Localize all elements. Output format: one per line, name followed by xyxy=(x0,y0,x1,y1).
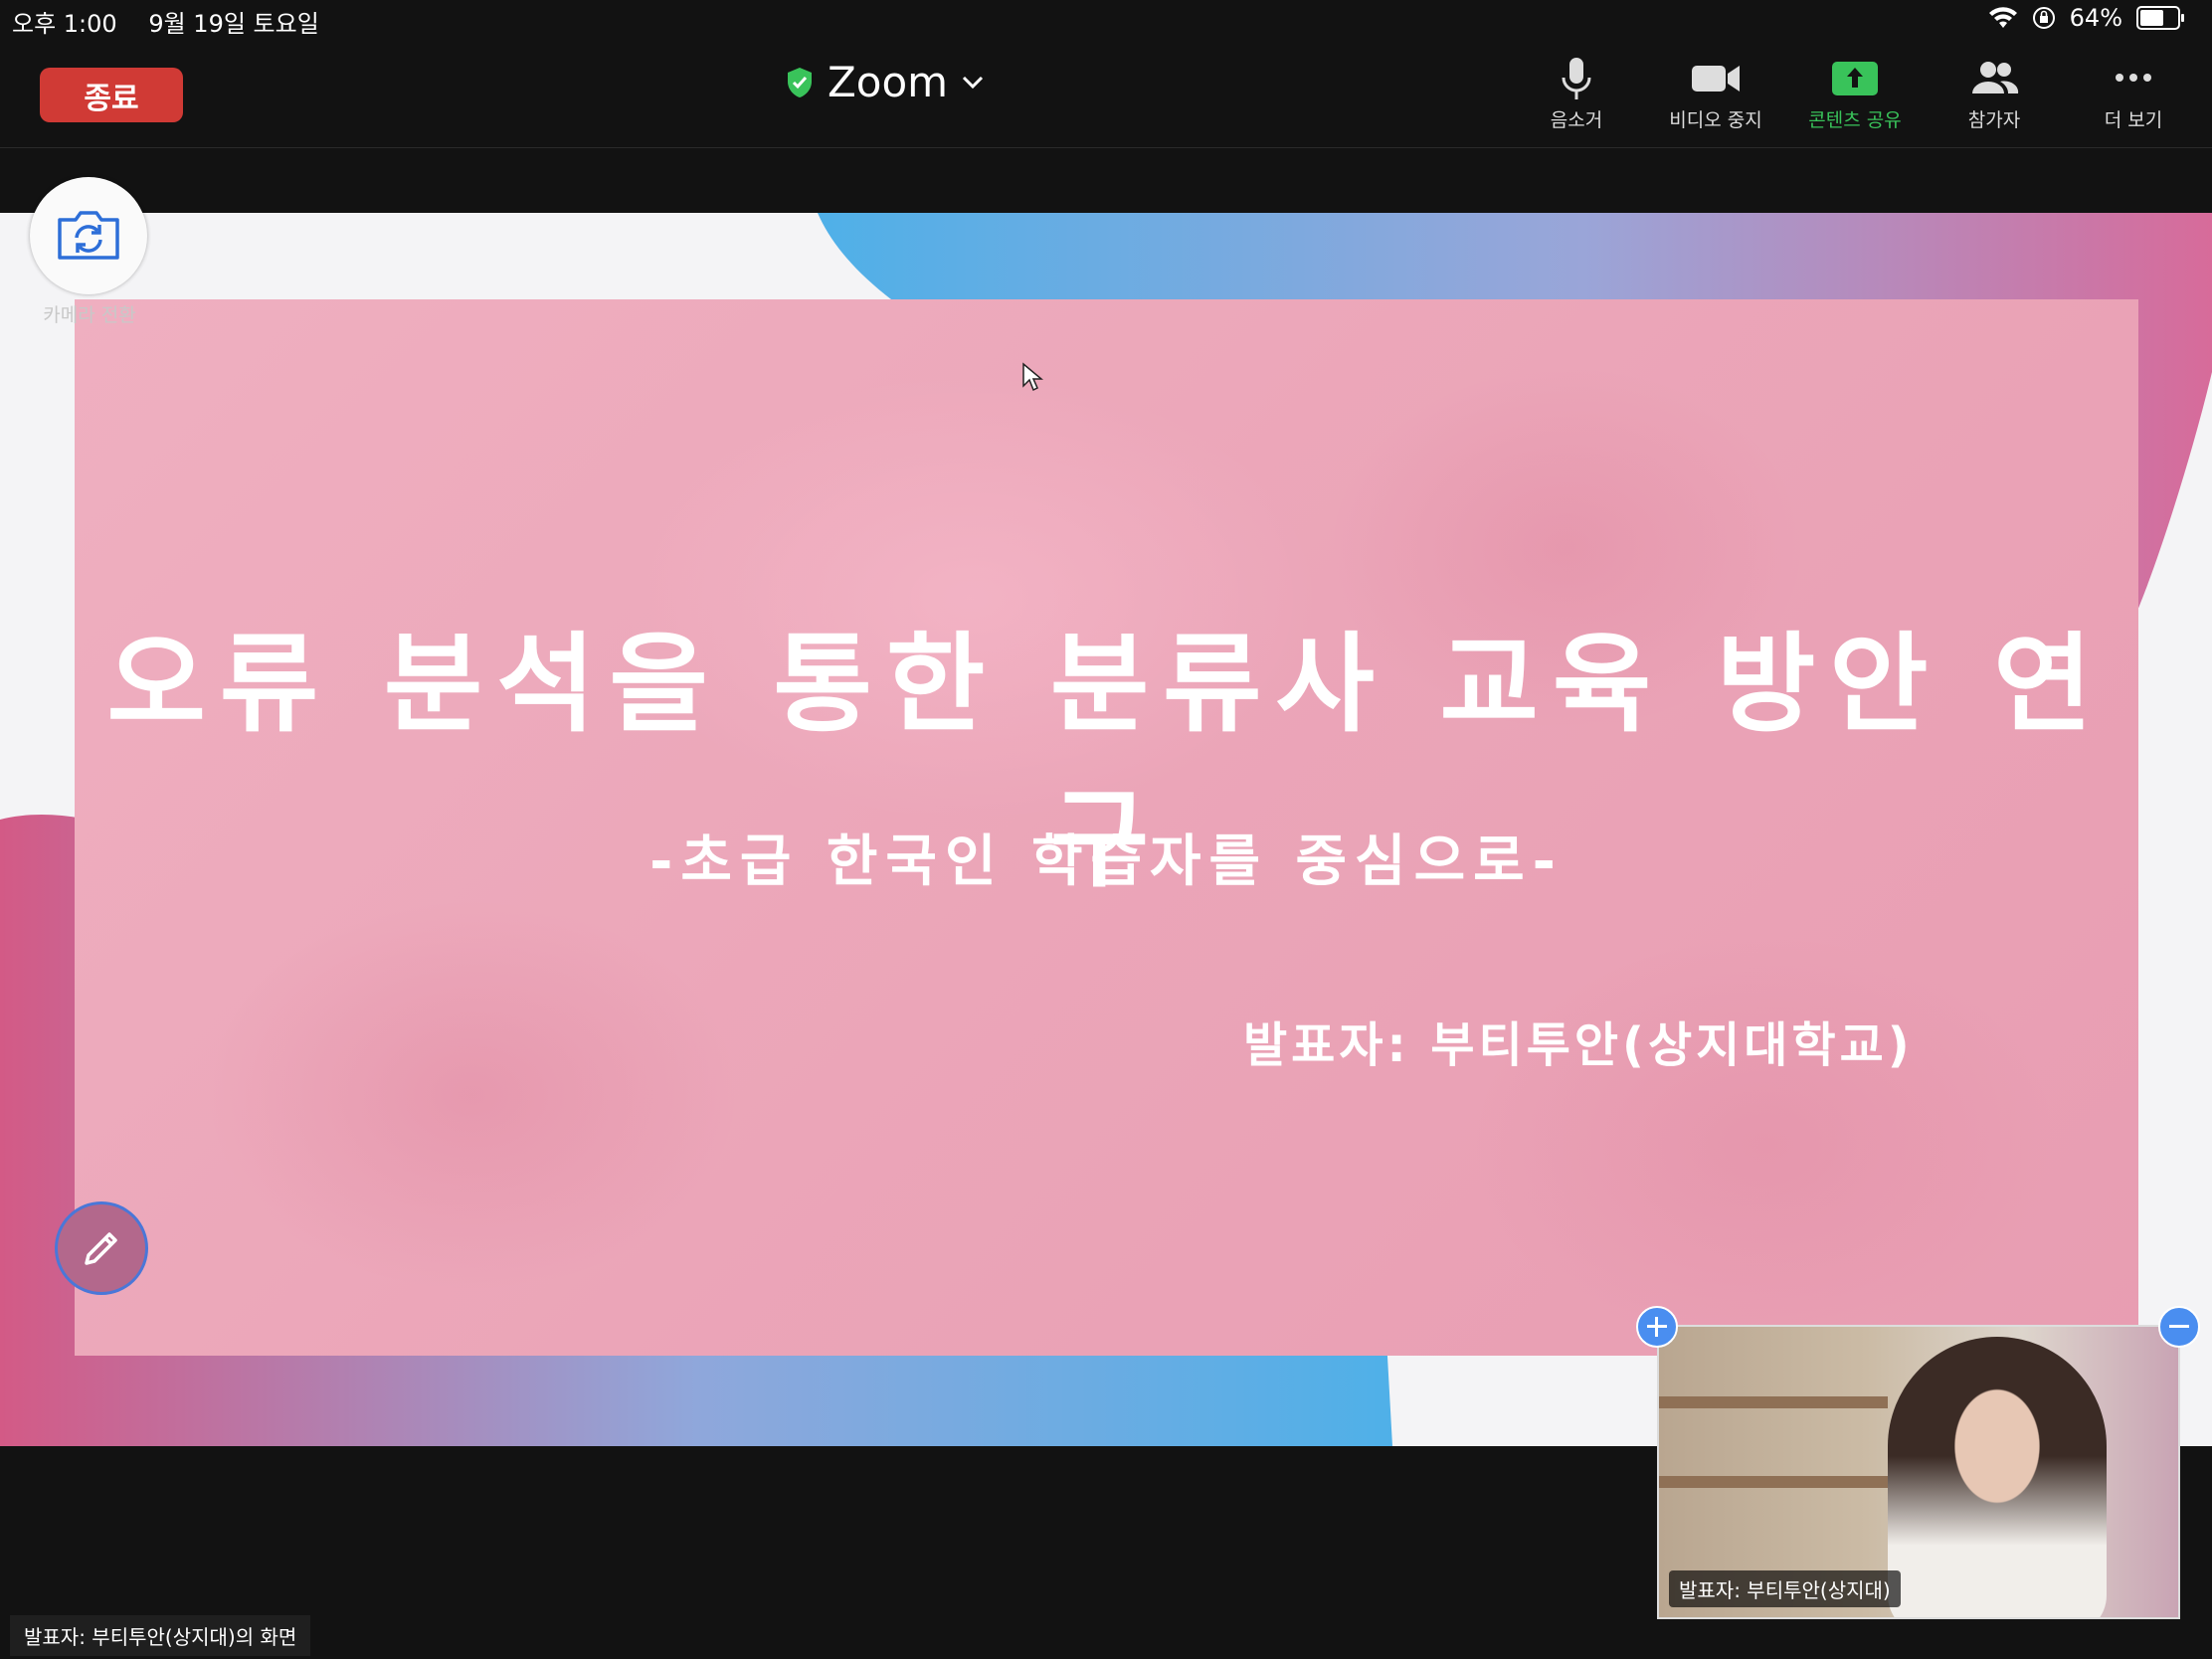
battery-fill xyxy=(2140,10,2164,26)
meeting-toolbar: 종료 Zoom 음소거 비디오 중지 콘텐츠 공유 참가자 더 보기 xyxy=(0,40,2212,148)
participants-button[interactable]: 참가자 xyxy=(1920,56,2069,132)
pencil-icon xyxy=(85,1232,117,1265)
status-right: 64% xyxy=(1988,4,2184,32)
status-date: 9월 19일 토요일 xyxy=(148,10,319,38)
video-thumbnail[interactable]: 발표자: 부티투안(상지대) xyxy=(1657,1325,2180,1619)
microphone-icon xyxy=(1562,58,1591,99)
slide-subtitle: -초급 한국인 학습자를 중심으로- xyxy=(649,830,1564,894)
camera-switch-icon xyxy=(58,211,119,260)
mouse-cursor-icon xyxy=(1022,362,1043,392)
annotate-button[interactable] xyxy=(55,1201,148,1295)
share-screen-icon xyxy=(1832,62,1878,95)
video-thumbnail-label: 발표자: 부티투안(상지대) xyxy=(1669,1570,1901,1607)
shared-screen: 오류 분석을 통한 분류사 교육 방안 연구 -초급 한국인 학습자를 중심으로… xyxy=(0,213,2212,1446)
expand-thumbnail-button[interactable] xyxy=(1636,1306,1678,1348)
stop-video-button[interactable]: 비디오 중지 xyxy=(1641,56,1790,132)
background-shelf xyxy=(1659,1396,1888,1408)
mute-button[interactable]: 음소거 xyxy=(1502,56,1651,132)
status-time: 오후 1:00 xyxy=(12,10,117,38)
video-camera-icon xyxy=(1692,66,1740,92)
minimize-thumbnail-button[interactable] xyxy=(2158,1306,2200,1348)
participants-icon xyxy=(1972,62,2019,93)
orientation-lock-icon xyxy=(2032,7,2055,29)
end-meeting-button[interactable]: 종료 xyxy=(40,68,183,122)
more-button[interactable]: 더 보기 xyxy=(2059,56,2208,132)
share-content-button[interactable]: 콘텐츠 공유 xyxy=(1780,56,1930,132)
meeting-title-text: Zoom xyxy=(828,58,949,106)
screen-share-label: 발표자: 부티투안(상지대)의 화면 xyxy=(10,1615,311,1656)
presentation-slide: 오류 분석을 통한 분류사 교육 방안 연구 -초급 한국인 학습자를 중심으로… xyxy=(75,299,2138,1356)
mute-label: 음소거 xyxy=(1550,109,1603,131)
camera-switch-button[interactable] xyxy=(30,177,147,294)
shield-check-icon xyxy=(788,67,812,97)
meeting-title[interactable]: Zoom xyxy=(786,58,984,106)
share-content-label: 콘텐츠 공유 xyxy=(1808,109,1902,131)
slide-presenter: 발표자: 부티투안(상지대학교) xyxy=(1243,1017,1914,1073)
chevron-down-icon xyxy=(963,76,984,89)
battery-icon xyxy=(2136,6,2184,30)
camera-switch-label: 카메라 전환 xyxy=(43,304,136,326)
stop-video-label: 비디오 중지 xyxy=(1669,109,1762,131)
background-shelf xyxy=(1659,1476,1888,1488)
participants-label: 참가자 xyxy=(1967,109,2021,131)
status-left: 오후 1:00 9월 19일 토요일 xyxy=(12,4,343,39)
more-icon xyxy=(2116,74,2151,82)
wifi-icon xyxy=(1988,7,2017,28)
participant-video xyxy=(1888,1337,2107,1617)
status-bar: 오후 1:00 9월 19일 토요일 64% xyxy=(0,0,2212,40)
battery-percent: 64% xyxy=(2069,4,2122,32)
more-label: 더 보기 xyxy=(2104,109,2163,131)
